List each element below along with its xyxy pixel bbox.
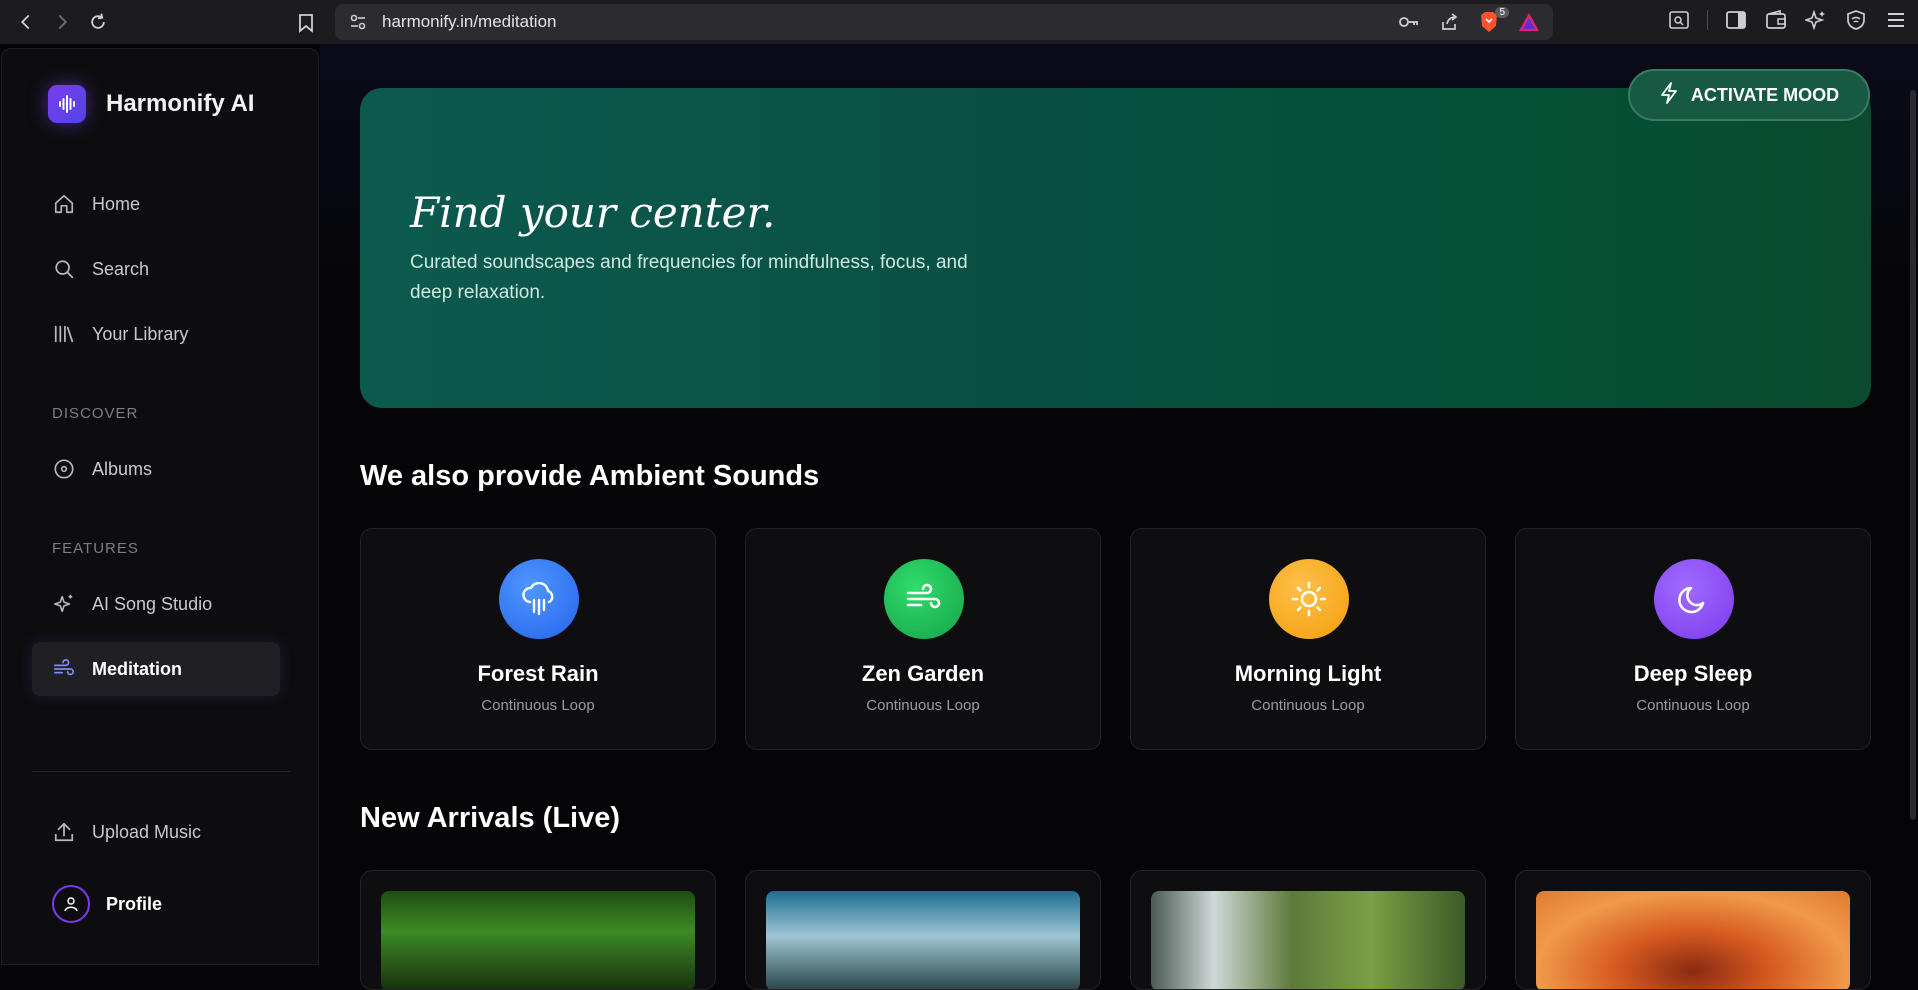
nav-albums[interactable]: Albums [32, 442, 280, 496]
site-settings-icon[interactable] [348, 12, 368, 32]
leo-ai-icon[interactable] [1804, 8, 1828, 32]
nav-label: Upload Music [92, 821, 202, 842]
brand[interactable]: Harmonify AI [48, 85, 254, 123]
arrival-card[interactable] [1130, 870, 1486, 990]
arrival-card[interactable] [745, 870, 1101, 990]
brave-shields-icon[interactable]: 5 [1477, 7, 1509, 34]
nav-label: Profile [106, 893, 163, 914]
address-bar[interactable]: harmonify.in/meditation 5 [335, 4, 1553, 40]
arrival-thumbnail-waterfall [1151, 891, 1465, 989]
section-label-discover: DISCOVER [52, 405, 139, 422]
waveform-logo-icon [48, 85, 86, 123]
ambient-card-deep-sleep[interactable]: Deep Sleep Continuous Loop [1515, 528, 1871, 750]
nav-library[interactable]: Your Library [32, 307, 280, 361]
card-title: Forest Rain [477, 661, 599, 686]
arrival-card[interactable] [360, 870, 716, 990]
menu-icon[interactable] [1884, 8, 1908, 32]
wind-icon [52, 657, 76, 681]
share-icon[interactable] [1437, 10, 1461, 34]
moon-icon [1654, 559, 1734, 639]
sun-icon [1269, 559, 1349, 639]
card-title: Deep Sleep [1633, 661, 1753, 686]
sidebar-toggle-icon[interactable] [1724, 8, 1748, 32]
disc-icon [52, 457, 76, 481]
wind-icon [884, 559, 964, 639]
upload-icon [52, 820, 76, 844]
arrivals-section-title: New Arrivals (Live) [360, 802, 621, 834]
nav-label: Your Library [92, 323, 189, 344]
brave-rewards-icon[interactable] [1517, 10, 1541, 34]
home-icon [52, 192, 76, 216]
nav-label: Meditation [92, 658, 182, 679]
ambient-section-title: We also provide Ambient Sounds [360, 460, 820, 492]
sparkles-icon [52, 592, 76, 616]
toolbar-divider [1707, 10, 1708, 30]
nav-meditation[interactable]: Meditation [32, 642, 280, 696]
scrollbar[interactable] [1910, 90, 1916, 820]
nav-profile[interactable]: Profile [32, 877, 280, 931]
key-icon[interactable] [1397, 10, 1421, 34]
back-icon[interactable] [9, 5, 43, 39]
hero-banner: Find your center. Curated soundscapes an… [360, 88, 1871, 408]
section-label-features: FEATURES [52, 540, 139, 557]
nav-upload-music[interactable]: Upload Music [32, 805, 280, 859]
hero-subtitle: Curated soundscapes and frequencies for … [410, 252, 968, 303]
card-subtitle: Continuous Loop [866, 697, 980, 714]
main-content: Find your center. Curated soundscapes an… [320, 44, 1918, 990]
nav-label: Search [92, 258, 150, 279]
vpn-shield-icon[interactable] [1844, 8, 1868, 32]
wallet-icon[interactable] [1764, 8, 1788, 32]
card-subtitle: Continuous Loop [1636, 697, 1750, 714]
reload-icon[interactable] [81, 5, 115, 39]
search-icon [52, 257, 76, 281]
cloud-rain-icon [499, 559, 579, 639]
nav-home[interactable]: Home [32, 177, 280, 231]
ambient-card-forest-rain[interactable]: Forest Rain Continuous Loop [360, 528, 716, 750]
card-subtitle: Continuous Loop [1251, 697, 1365, 714]
card-title: Morning Light [1234, 661, 1382, 686]
arrival-thumbnail-misty-pines [766, 891, 1080, 989]
card-subtitle: Continuous Loop [481, 697, 595, 714]
nav-ai-song-studio[interactable]: AI Song Studio [32, 577, 280, 631]
url-text[interactable]: harmonify.in/meditation [382, 12, 557, 32]
arrival-card[interactable] [1515, 870, 1871, 990]
hero-title: Find your center. [410, 188, 776, 237]
ambient-card-morning-light[interactable]: Morning Light Continuous Loop [1130, 528, 1486, 750]
ambient-card-zen-garden[interactable]: Zen Garden Continuous Loop [745, 528, 1101, 750]
nav-search[interactable]: Search [32, 242, 280, 296]
forward-icon[interactable] [45, 5, 79, 39]
activate-mood-label: ACTIVATE MOOD [1690, 84, 1840, 105]
lightning-icon [1659, 81, 1679, 109]
library-icon [52, 322, 76, 346]
card-title: Zen Garden [861, 661, 985, 686]
sidebar: Harmonify AI Home Search Your Library DI… [1, 48, 319, 965]
bookmark-icon[interactable] [292, 9, 320, 37]
activate-mood-button[interactable]: ACTIVATE MOOD [1628, 69, 1870, 121]
nav-label: AI Song Studio [92, 593, 213, 614]
reader-mode-icon[interactable] [1667, 8, 1691, 32]
avatar [52, 885, 90, 923]
brand-name: Harmonify AI [106, 90, 255, 117]
sidebar-divider [32, 771, 290, 772]
browser-toolbar: harmonify.in/meditation 5 [0, 0, 1918, 44]
shields-count-badge: 5 [1495, 7, 1509, 18]
arrival-thumbnail-monk-sunset [1536, 891, 1850, 989]
arrival-thumbnail-forest-stream [381, 891, 695, 989]
nav-label: Albums [92, 458, 153, 479]
nav-label: Home [92, 193, 141, 214]
